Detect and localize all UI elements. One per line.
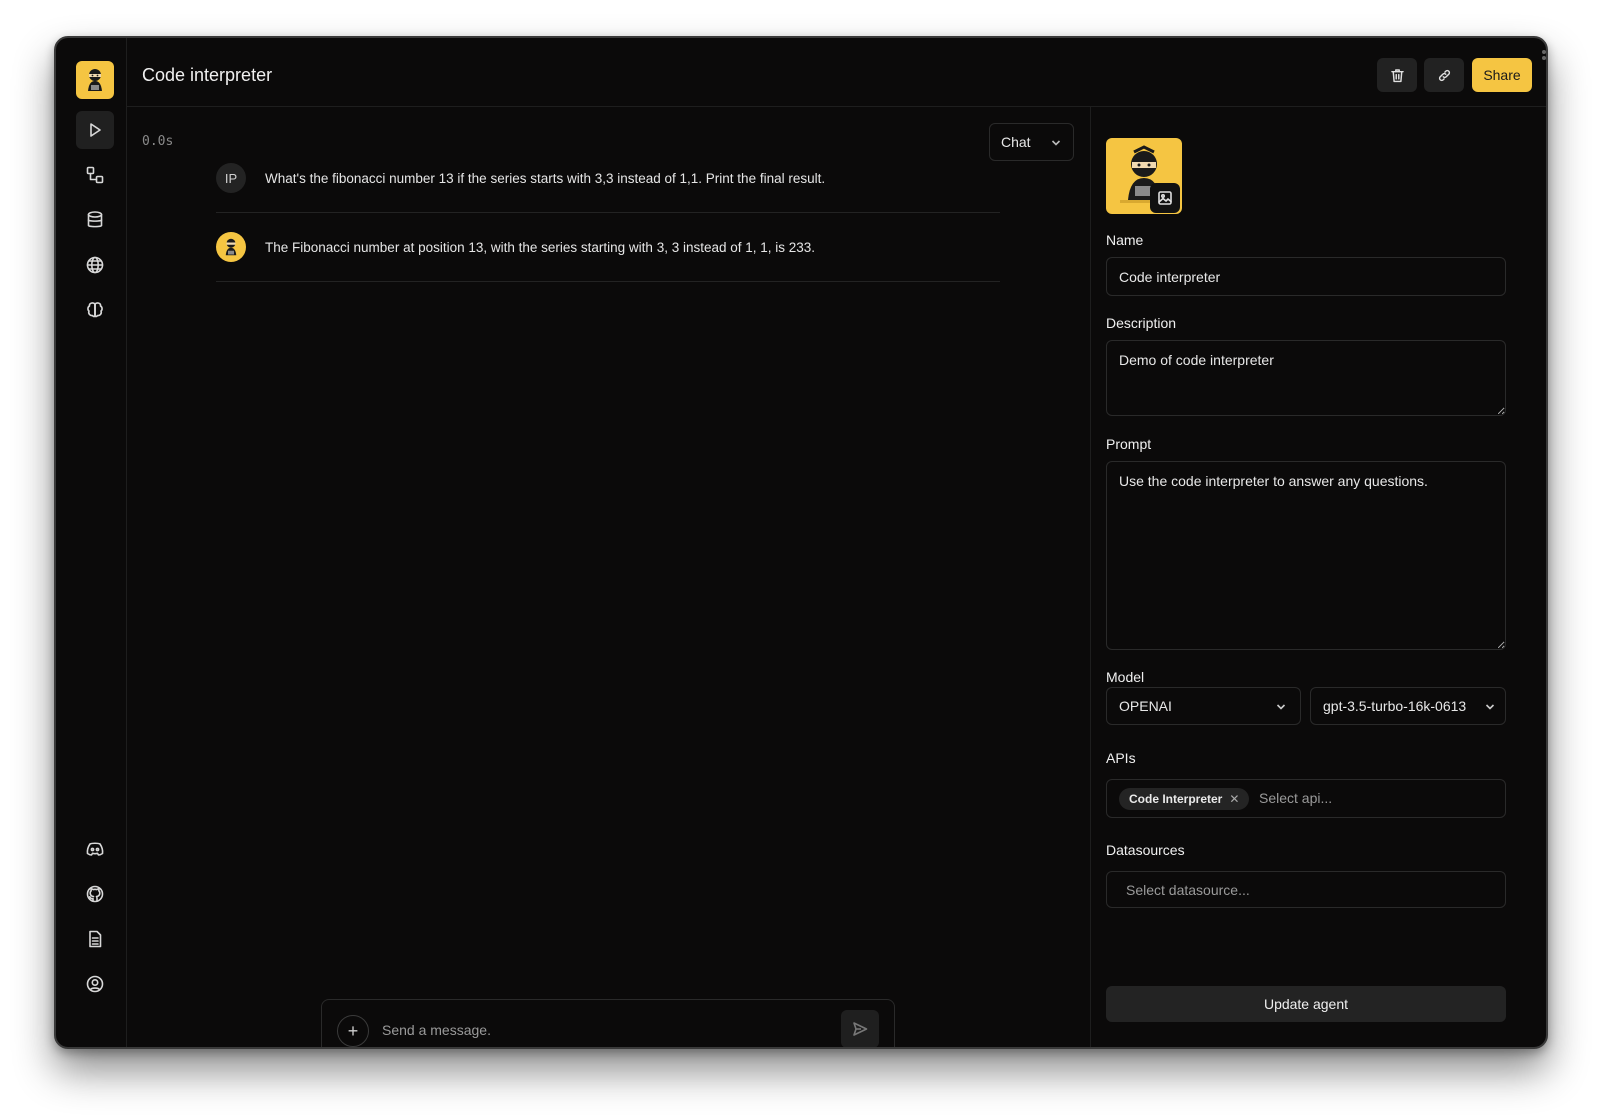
agent-avatar: [216, 232, 246, 262]
copy-link-button[interactable]: [1424, 58, 1464, 92]
add-attachment-button[interactable]: +: [337, 1015, 369, 1047]
prompt-label: Prompt: [1106, 436, 1152, 452]
chat-area: 0.0s Chat IP What's the fibonacci number…: [127, 107, 1091, 1047]
agent-settings-panel: Name Description Demo of code interprete…: [1091, 107, 1546, 1047]
ninja-logo-icon: [88, 69, 102, 91]
message-composer: +: [321, 999, 895, 1047]
model-provider-select[interactable]: OPENAI: [1106, 687, 1301, 725]
agent-image[interactable]: [1106, 138, 1182, 214]
page-title: Code interpreter: [142, 65, 273, 85]
message-text: The Fibonacci number at position 13, wit…: [265, 240, 816, 255]
api-chip-label: Code Interpreter: [1129, 792, 1223, 806]
sidebar: [56, 38, 127, 1047]
run-timer: 0.0s: [142, 134, 174, 149]
discord-icon: [86, 842, 104, 856]
datasources-label: Datasources: [1106, 842, 1185, 858]
sidebar-item-llms[interactable]: [76, 291, 114, 329]
apis-multiselect[interactable]: Code Interpreter ✕ Select api...: [1106, 779, 1506, 818]
image-edit-icon: [1158, 191, 1172, 205]
trash-icon: [1390, 68, 1404, 82]
model-label: Model: [1106, 669, 1145, 685]
sidebar-item-workflows[interactable]: [76, 156, 114, 194]
chevron-down-icon: [1485, 704, 1495, 710]
description-label: Description: [1106, 315, 1177, 331]
agent-avatar-icon: [225, 238, 237, 256]
workflow-icon: [86, 166, 104, 184]
chat-message-user: IP What's the fibonacci number 13 if the…: [216, 144, 1000, 213]
delete-button[interactable]: [1377, 58, 1417, 92]
model-name-select[interactable]: gpt-3.5-turbo-16k-0613: [1310, 687, 1506, 725]
mode-select[interactable]: Chat: [989, 123, 1074, 161]
prompt-field[interactable]: Use the code interpreter to answer any q…: [1106, 461, 1506, 650]
chevron-down-icon: [1051, 140, 1061, 146]
brain-icon: [87, 302, 103, 318]
model-name-value: gpt-3.5-turbo-16k-0613: [1323, 698, 1467, 714]
sidebar-item-datasources[interactable]: [76, 201, 114, 239]
github-icon: [86, 885, 104, 903]
database-icon: [87, 211, 103, 228]
apis-label: APIs: [1106, 750, 1136, 766]
globe-icon: [86, 256, 104, 274]
window-resize-handle[interactable]: [1542, 50, 1546, 66]
sidebar-item-discord[interactable]: [76, 830, 114, 868]
send-button[interactable]: [841, 1010, 879, 1047]
sidebar-item-github[interactable]: [76, 875, 114, 913]
api-chip: Code Interpreter ✕: [1119, 788, 1250, 810]
update-agent-button[interactable]: Update agent: [1106, 986, 1506, 1022]
share-button[interactable]: Share: [1472, 58, 1532, 92]
header: Code interpreter Share: [127, 38, 1546, 107]
message-text: What's the fibonacci number 13 if the se…: [265, 171, 826, 186]
chat-message-assistant: The Fibonacci number at position 13, wit…: [216, 213, 1000, 282]
model-provider-value: OPENAI: [1119, 698, 1172, 714]
user-avatar: IP: [216, 163, 246, 193]
sidebar-item-docs[interactable]: [76, 920, 114, 958]
link-icon: [1438, 69, 1450, 81]
play-icon: [90, 123, 101, 137]
message-input[interactable]: [382, 1016, 822, 1044]
name-label: Name: [1106, 232, 1144, 248]
sidebar-item-account[interactable]: [76, 965, 114, 1003]
change-image-button[interactable]: [1150, 183, 1180, 213]
remove-chip-icon[interactable]: ✕: [1229, 792, 1239, 806]
docs-icon: [89, 930, 102, 948]
mode-select-value: Chat: [1001, 134, 1031, 150]
sidebar-item-playground[interactable]: [76, 111, 114, 149]
app-logo[interactable]: [76, 61, 114, 99]
datasources-select[interactable]: Select datasource...: [1106, 871, 1506, 908]
user-circle-icon: [86, 975, 104, 993]
send-icon: [853, 1022, 868, 1036]
datasources-placeholder: Select datasource...: [1126, 882, 1250, 898]
apis-placeholder: Select api...: [1259, 790, 1333, 806]
chevron-down-icon: [1276, 704, 1286, 710]
name-field[interactable]: [1106, 257, 1506, 296]
description-field[interactable]: Demo of code interpreter: [1106, 340, 1506, 416]
sidebar-item-apis[interactable]: [76, 246, 114, 284]
app-window: Code interpreter Share 0.0s Chat IP What…: [54, 36, 1548, 1049]
